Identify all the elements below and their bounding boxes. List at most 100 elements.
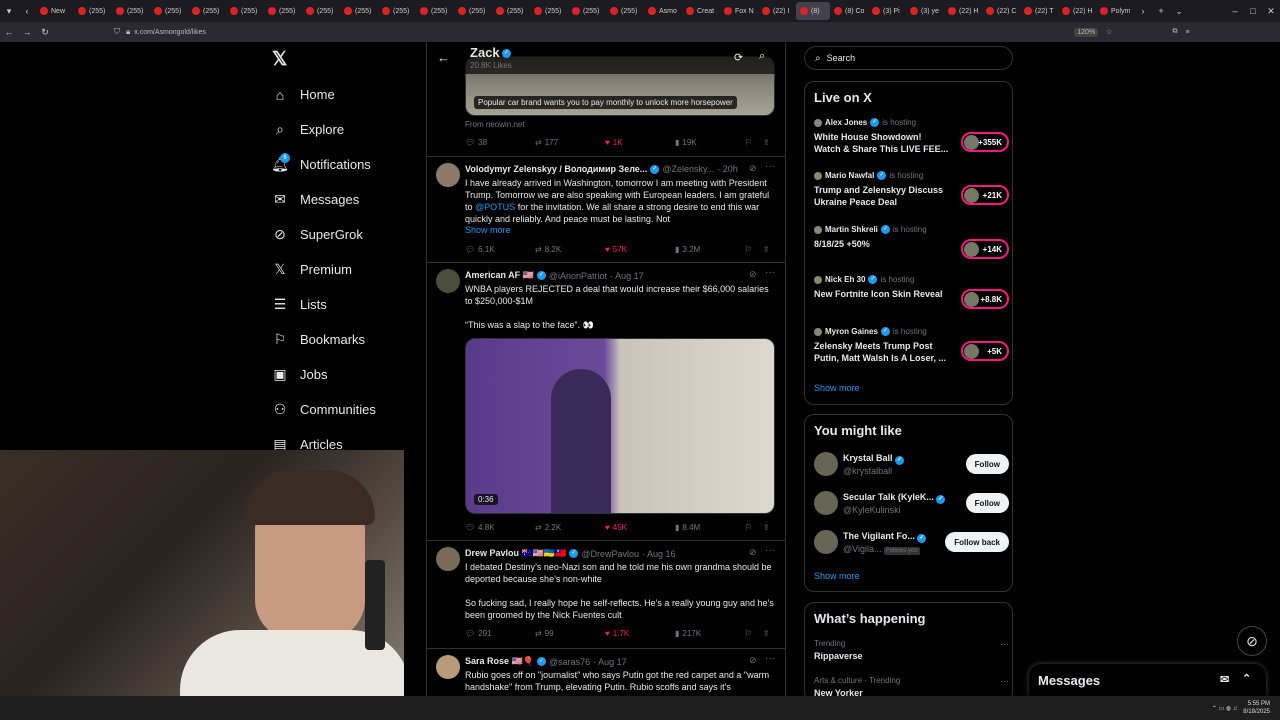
host-name[interactable]: Mario Nawfal (825, 171, 874, 180)
browser-tab[interactable]: (255) (188, 2, 226, 20)
host-avatar[interactable] (814, 275, 822, 284)
avatar[interactable] (436, 269, 460, 293)
live-item[interactable]: Nick Eh 30 ✓ is hosting New Fortnite Icon S… (814, 275, 1009, 309)
browser-tab[interactable]: New (36, 2, 74, 20)
host-name[interactable]: Nick Eh 30 (825, 275, 865, 284)
more-options-icon[interactable]: ··· (1000, 676, 1009, 686)
grok-refresh-icon[interactable]: ⟳ (734, 51, 743, 64)
live-listener-pill[interactable]: +21K (961, 185, 1009, 205)
bookmark-button[interactable]: ⚐ (745, 245, 763, 254)
bookmark-button[interactable]: ⚐ (745, 523, 763, 532)
nav-item-explore[interactable]: ⌕ Explore (260, 112, 425, 147)
bookmark-button[interactable]: ⚐ (745, 138, 763, 147)
suggested-account[interactable]: Secular Talk (KyleK... ✓ @KyleKulinski Fol… (814, 489, 1009, 519)
nav-item-home[interactable]: ⌂ Home (260, 77, 425, 112)
browser-tab[interactable]: (255) (454, 2, 492, 20)
share-button[interactable]: ⇪ (763, 245, 770, 254)
system-tray-icons[interactable]: ⌃ ▭ ◍ ♫ (1212, 705, 1237, 712)
suggested-account[interactable]: Krystal Ball ✓ @krystalball Follow (814, 450, 1009, 480)
tweet[interactable]: Volodymyr Zelenskyy / Володимир Зеле... … (427, 157, 785, 263)
browser-tab[interactable]: (255) (340, 2, 378, 20)
avatar[interactable] (436, 547, 460, 571)
nav-item-communities[interactable]: ⚇ Communities (260, 392, 425, 427)
bookmark-button[interactable]: ⚐ (745, 629, 763, 638)
author-handle[interactable]: @DrewPavlou (581, 549, 639, 559)
tab-overflow-icon[interactable]: ⌄ (1170, 6, 1188, 17)
tab-scroll-right-icon[interactable]: › (1134, 6, 1152, 16)
back-icon[interactable]: ← (0, 27, 18, 37)
more-options-icon[interactable]: ··· (765, 653, 775, 664)
search-input[interactable]: ⌕ Search (804, 46, 1013, 70)
reply-button[interactable]: 💬︎ 6.1K (465, 245, 535, 254)
avatar[interactable] (814, 452, 838, 476)
more-options-icon[interactable]: ··· (1000, 639, 1009, 649)
browser-tab[interactable]: (255) (150, 2, 188, 20)
tweet-time[interactable]: · 20h (717, 164, 738, 174)
trend-item[interactable]: Arts & culture · Trending New Yorker ··· (814, 676, 1009, 698)
repost-button[interactable]: ⇄ 177 (535, 138, 605, 147)
extensions-icon[interactable]: ⧉ (1172, 28, 1177, 36)
nav-item-premium[interactable]: 𝕏 Premium (260, 252, 425, 287)
reply-button[interactable]: 💬︎ 38 (465, 138, 535, 147)
trend-item[interactable]: Trending Rippaverse ··· (814, 639, 1009, 661)
bookmark-star-icon[interactable]: ☆ (1106, 28, 1112, 36)
minimize-icon[interactable]: – (1226, 6, 1244, 16)
browser-tab[interactable]: Creat (682, 2, 720, 20)
avatar[interactable] (814, 530, 838, 554)
maximize-icon[interactable]: □ (1244, 6, 1262, 16)
avatar[interactable] (436, 655, 460, 679)
author-handle[interactable]: @Zelensky... (662, 164, 714, 174)
live-item[interactable]: Myron Gaines ✓ is hosting Zelensky Meets Tr… (814, 327, 1009, 364)
browser-tab[interactable]: (255) (492, 2, 530, 20)
search-icon[interactable]: ⌕ (759, 50, 765, 63)
grok-floating-button[interactable]: ⊘ (1237, 626, 1267, 656)
share-button[interactable]: ⇪ (763, 629, 770, 638)
more-options-icon[interactable]: ··· (765, 267, 775, 278)
new-tab-button[interactable]: + (1152, 6, 1170, 16)
author-name[interactable]: Sara Rose 🇺🇸🎈 (465, 656, 534, 667)
tweet-time[interactable]: · Aug 17 (593, 657, 627, 667)
views-button[interactable]: ▮ 217K (675, 629, 745, 638)
share-button[interactable]: ⇪ (763, 138, 770, 147)
host-name[interactable]: Alex Jones (825, 118, 867, 127)
tab-scroll-left-icon[interactable]: ‹ (18, 6, 36, 16)
tweet[interactable]: Drew Pavlou 🇦🇺🇺🇸🇺🇦🇹🇼 ✓ @DrewPavlou · Aug… (427, 541, 785, 649)
browser-tab[interactable]: (22) C (982, 2, 1020, 20)
views-button[interactable]: ▮ 8.4M (675, 523, 745, 532)
nav-item-jobs[interactable]: ▣ Jobs (260, 357, 425, 392)
browser-tab[interactable]: (22) T (1020, 2, 1058, 20)
tweet[interactable]: American AF 🇺🇸 ✓ @iAnonPatriot · Aug 17 … (427, 263, 785, 541)
nav-item-lists[interactable]: ☰ Lists (260, 287, 425, 322)
browser-tab[interactable]: (22) H (1058, 2, 1096, 20)
lock-icon[interactable]: 🔒︎ (126, 27, 130, 37)
more-options-icon[interactable]: ··· (765, 545, 775, 556)
live-listener-pill[interactable]: +14K (961, 239, 1009, 259)
shield-icon[interactable]: ⛉ (114, 27, 120, 37)
live-item[interactable]: Martin Shkreli ✓ is hosting 8/18/25 +50% +14… (814, 225, 1009, 259)
author-name[interactable]: American AF 🇺🇸 (465, 270, 534, 281)
avatar[interactable] (814, 491, 838, 515)
show-more-link[interactable]: Show more (465, 225, 511, 235)
messages-dock[interactable]: Messages ✉ ⌃ (1029, 664, 1266, 696)
nav-item-supergrok[interactable]: ⊘ SuperGrok (260, 217, 425, 252)
mention-link[interactable]: @POTUS (475, 202, 515, 212)
browser-tab[interactable]: (255) (416, 2, 454, 20)
live-listener-pill[interactable]: +5K (961, 341, 1009, 361)
browser-tab[interactable]: (8) Co (830, 2, 868, 20)
like-button[interactable]: ♥ 1.7K (605, 629, 675, 638)
browser-tab[interactable]: (255) (378, 2, 416, 20)
tweet-time[interactable]: · Aug 17 (610, 271, 644, 281)
author-handle[interactable]: @iAnonPatriot (549, 271, 607, 281)
tweet[interactable]: Sara Rose 🇺🇸🎈 ✓ @saras76 · Aug 17 ⊘ ··· … (427, 649, 785, 696)
nav-item-bookmarks[interactable]: ⚐ Bookmarks (260, 322, 425, 357)
grok-icon[interactable]: ⊘ (749, 547, 757, 558)
browser-tab[interactable]: Asmo (644, 2, 682, 20)
browser-tab[interactable]: (255) (112, 2, 150, 20)
video-player[interactable]: 0:36 (465, 338, 775, 514)
follow-button[interactable]: Follow (965, 493, 1009, 513)
repost-button[interactable]: ⇄ 8.2K (535, 245, 605, 254)
tab-list-icon[interactable]: ▾ (0, 6, 18, 17)
zoom-level[interactable]: 120% (1074, 27, 1099, 37)
nav-item-messages[interactable]: ✉ Messages (260, 182, 425, 217)
browser-tab[interactable]: (255) (530, 2, 568, 20)
